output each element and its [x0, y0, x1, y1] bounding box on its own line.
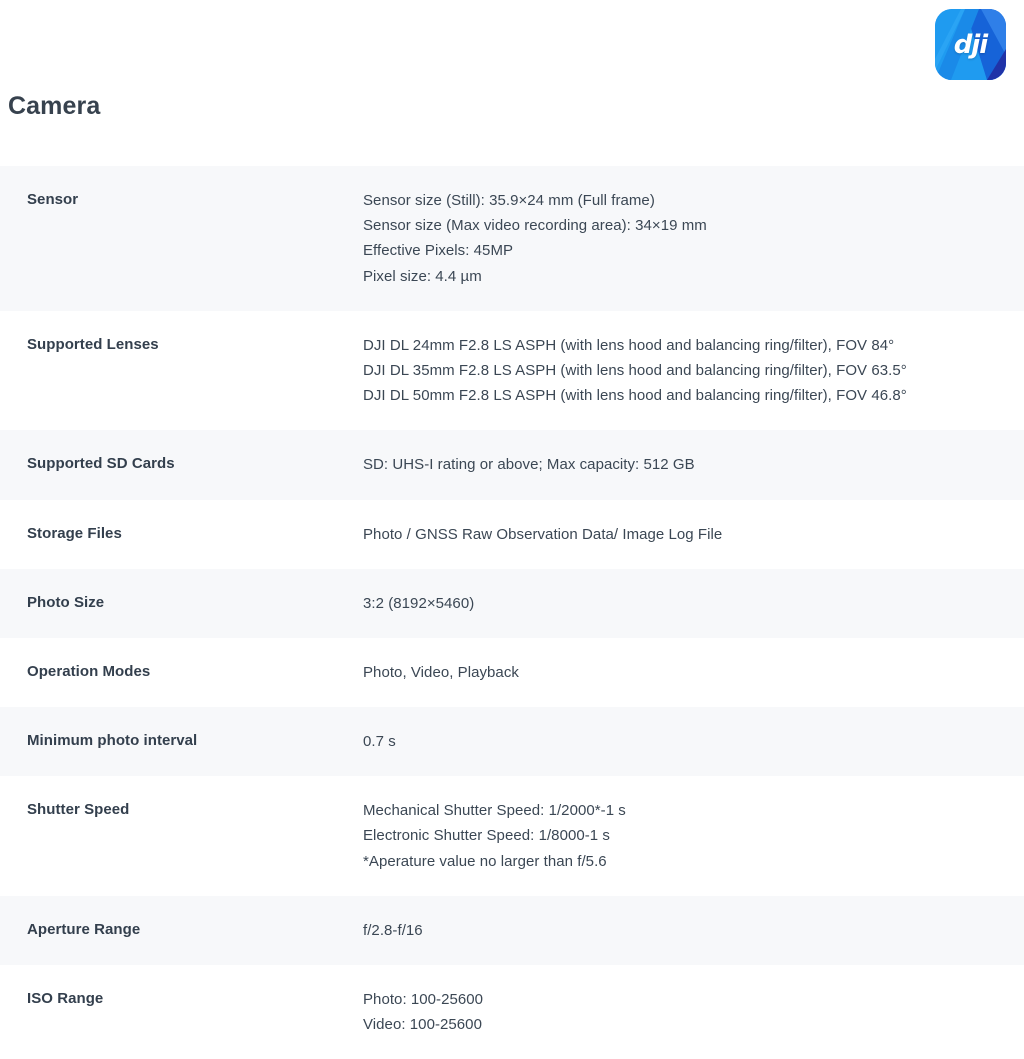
spec-value-line: 3:2 (8192×5460) — [363, 594, 475, 612]
dji-wordmark: dji — [953, 29, 988, 60]
table-row: Sensor Sensor size (Still): 35.9×24 mm (… — [0, 166, 1024, 311]
spec-value-line: Video: 100-25600 — [363, 1016, 482, 1034]
spec-value-line: Photo / GNSS Raw Observation Data/ Image… — [363, 525, 723, 543]
spec-value-line: Photo: 100-25600 — [363, 991, 484, 1008]
spec-value-line: Mechanical Shutter Speed: 1/2000*-1 s — [363, 802, 626, 820]
spec-value-line: Electronic Shutter Speed: 1/8000-1 s — [363, 827, 610, 845]
page-header: dji — [0, 0, 1024, 92]
spec-value-line: *Aperature value no larger than f/5.6 — [363, 852, 607, 870]
page-title: Camera — [8, 92, 101, 120]
spec-value-line: DJI DL 50mm F2.8 LS ASPH (with lens hood… — [363, 387, 907, 405]
table-row: Storage Files Photo / GNSS Raw Observati… — [0, 499, 1024, 569]
spec-value: Mechanical Shutter Speed: 1/2000*-1 s El… — [363, 776, 1024, 896]
table-row: Operation Modes Photo, Video, Playback — [0, 637, 1024, 708]
spec-value-line: Sensor size (Still): 35.9×24 mm (Full fr… — [363, 192, 655, 209]
spec-value: DJI DL 24mm F2.8 LS ASPH (with lens hood… — [363, 311, 1024, 431]
spec-label: Sensor — [27, 191, 79, 208]
spec-label: Operation Modes — [27, 662, 151, 680]
spec-value: 3:2 (8192×5460) — [363, 569, 1024, 638]
spec-value: SD: UHS-I rating or above; Max capacity:… — [363, 430, 1024, 499]
spec-value: Photo, Video, Playback — [363, 638, 1024, 707]
spec-label: Aperture Range — [27, 920, 141, 938]
spec-value: Photo / GNSS Raw Observation Data/ Image… — [363, 500, 1024, 569]
spec-value-line: Sensor size (Max video recording area): … — [363, 217, 707, 235]
table-row: Shutter Speed Mechanical Shutter Speed: … — [0, 776, 1024, 896]
spec-label: Storage Files — [27, 524, 122, 542]
spec-value-line: 0.7 s — [363, 733, 396, 751]
table-row: Supported Lenses DJI DL 24mm F2.8 LS ASP… — [0, 310, 1024, 431]
spec-value: Sensor size (Still): 35.9×24 mm (Full fr… — [363, 166, 1024, 311]
spec-value-line: f/2.8-f/16 — [363, 921, 423, 939]
table-row: Photo Size 3:2 (8192×5460) — [0, 568, 1024, 638]
spec-table-body: Sensor Sensor size (Still): 35.9×24 mm (… — [0, 166, 1024, 1059]
table-row: Aperture Range f/2.8-f/16 — [0, 895, 1024, 965]
spec-value-line: SD: UHS-I rating or above; Max capacity:… — [363, 456, 695, 474]
spec-label: Supported SD Cards — [27, 455, 175, 473]
spec-value-line: DJI DL 35mm F2.8 LS ASPH (with lens hood… — [363, 361, 907, 379]
spec-label: Photo Size — [27, 593, 105, 611]
table-row: Minimum photo interval 0.7 s — [0, 707, 1024, 777]
spec-label: ISO Range — [27, 990, 104, 1007]
spec-label: Supported Lenses — [27, 335, 159, 353]
spec-value-line: DJI DL 24mm F2.8 LS ASPH (with lens hood… — [363, 336, 895, 354]
dji-logo-icon[interactable]: dji — [935, 9, 1006, 80]
spec-label: Minimum photo interval — [27, 732, 198, 750]
spec-value: 0.7 s — [363, 707, 1024, 776]
table-row: ISO Range Photo: 100-25600 Video: 100-25… — [0, 965, 1024, 1059]
spec-value-line: Pixel size: 4.4 µm — [363, 267, 482, 285]
spec-label: Shutter Speed — [27, 801, 130, 819]
spec-value-line: Photo, Video, Playback — [363, 663, 519, 681]
spec-value-line: Effective Pixels: 45MP — [363, 242, 514, 260]
camera-spec-table: Sensor Sensor size (Still): 35.9×24 mm (… — [0, 166, 1024, 1059]
spec-value: f/2.8-f/16 — [363, 896, 1024, 965]
spec-value: Photo: 100-25600 Video: 100-25600 — [363, 965, 1024, 1059]
table-row: Supported SD Cards SD: UHS-I rating or a… — [0, 430, 1024, 500]
